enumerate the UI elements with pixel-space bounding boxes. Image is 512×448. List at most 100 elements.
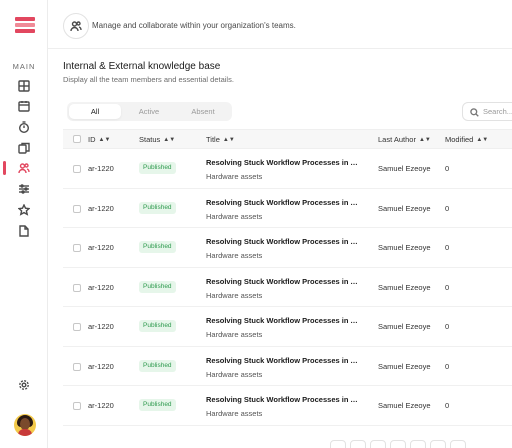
table-row[interactable]: ar-1220 Published Resolving Stuck Workflow… [63,189,512,228]
row-checkbox[interactable] [73,244,81,252]
row-id: ar-1220 [88,401,114,410]
column-id[interactable]: ID ▲▼ [88,135,110,144]
sort-icon: ▲▼ [98,137,111,143]
row-id: ar-1220 [88,361,114,371]
row-title[interactable]: Resolving Stuck Workflow Processes in Ag… [206,198,361,207]
timer-icon[interactable] [16,119,32,135]
document-icon[interactable] [16,223,32,239]
table-row[interactable]: ar-1220 Published Resolving Stuck Workflow… [63,268,512,307]
row-title[interactable]: Resolving Stuck Workflow Processes in Ag… [206,237,361,246]
sort-icon: ▲▼ [476,137,489,143]
search-input[interactable]: Search... [462,102,512,121]
row-subtitle: Hardware assets [206,172,263,181]
page-title: Internal & External knowledge base [63,61,221,72]
row-checkbox[interactable] [73,323,81,331]
sliders-icon[interactable] [16,181,32,197]
table-row[interactable]: ar-1220 Published Resolving Stuck Workflow… [63,307,512,347]
pagination-button[interactable] [430,440,446,448]
search-icon [470,108,479,117]
row-checkbox[interactable] [73,165,81,173]
status-badge: Published [139,201,176,214]
row-id: ar-1220 [88,282,114,292]
row-modified: 0 [445,322,450,331]
status-badge: Published [139,280,176,293]
table-row[interactable]: ar-1220 Published Resolving Stuck Workflow… [63,347,512,386]
row-id: ar-1220 [88,243,114,252]
avatar[interactable] [14,414,36,436]
table-row[interactable]: ar-1220 Published Resolving Stuck Workflow… [63,228,512,268]
row-author: Samuel Ezeoye [378,243,431,252]
status-badge: Published [139,320,176,332]
table-header: ID ▲▼ Status ▲▼ Title ▲▼ Last Author ▲▼ Modi… [63,129,512,149]
row-subtitle: Hardware assets [206,330,263,339]
sort-icon: ▲▼ [163,137,176,143]
row-modified: 0 [445,282,450,292]
sort-icon: ▲▼ [222,137,235,143]
pagination-button[interactable] [410,440,426,448]
row-subtitle: Hardware assets [206,290,263,300]
row-id: ar-1220 [88,164,114,173]
tab-absent[interactable]: Absent [177,104,229,119]
row-title[interactable]: Resolving Stuck Workflow Processes in Ag… [206,277,361,286]
row-title[interactable]: Resolving Stuck Workflow Processes in Ag… [206,356,361,365]
row-modified: 0 [445,203,450,213]
column-status[interactable]: Status ▲▼ [139,135,175,144]
gear-icon[interactable] [16,377,32,393]
star-icon[interactable] [16,202,32,218]
row-author: Samuel Ezeoye [378,164,431,173]
status-badge: Published [139,399,176,411]
row-id: ar-1220 [88,322,114,331]
sidebar: MAIN [0,0,48,448]
row-title[interactable]: Resolving Stuck Workflow Processes in Ag… [206,158,361,167]
row-checkbox[interactable] [73,283,81,292]
sort-icon: ▲▼ [418,137,431,143]
table-row[interactable]: ar-1220 Published Resolving Stuck Workflow… [63,386,512,426]
select-all-checkbox[interactable] [73,135,81,143]
row-modified: 0 [445,361,450,371]
sidebar-section-label: MAIN [12,62,36,71]
row-author: Samuel Ezeoye [378,203,431,213]
status-badge: Published [139,359,176,372]
active-indicator [3,161,6,175]
pagination-button[interactable] [450,440,466,448]
team-icon [63,13,89,39]
row-id: ar-1220 [88,203,114,213]
row-modified: 0 [445,164,450,173]
row-author: Samuel Ezeoye [378,282,431,292]
pagination-button[interactable] [350,440,366,448]
row-author: Samuel Ezeoye [378,322,431,331]
row-subtitle: Hardware assets [206,211,263,221]
header-description: Manage and collaborate within your organ… [92,21,296,30]
status-badge: Published [139,241,176,253]
row-modified: 0 [445,401,450,410]
row-checkbox[interactable] [73,204,81,213]
status-badge: Published [139,162,176,174]
column-last-author[interactable]: Last Author ▲▼ [378,135,431,144]
header-divider [48,48,512,49]
users-icon[interactable] [16,160,32,176]
grid-icon[interactable] [16,78,32,94]
row-author: Samuel Ezeoye [378,401,431,410]
row-checkbox[interactable] [73,362,81,371]
pagination-button[interactable] [390,440,406,448]
column-modified[interactable]: Modified ▲▼ [445,135,488,144]
tab-active[interactable]: Active [123,104,175,119]
layers-icon[interactable] [16,140,32,156]
row-subtitle: Hardware assets [206,409,263,418]
row-author: Samuel Ezeoye [378,361,431,371]
row-title[interactable]: Resolving Stuck Workflow Processes in Ag… [206,316,361,325]
calendar-icon[interactable] [16,98,32,114]
status-tabs: All Active Absent [67,102,232,121]
app-logo[interactable] [15,17,35,35]
column-title[interactable]: Title ▲▼ [206,135,235,144]
row-subtitle: Hardware assets [206,251,263,260]
table-row[interactable]: ar-1220 Published Resolving Stuck Workflow… [63,149,512,189]
row-modified: 0 [445,243,450,252]
page-subtitle: Display all the team members and essenti… [63,75,234,84]
pagination-button[interactable] [370,440,386,448]
tab-all[interactable]: All [69,104,121,119]
pagination-button[interactable] [330,440,346,448]
row-checkbox[interactable] [73,402,81,410]
search-placeholder: Search... [483,107,512,116]
row-title[interactable]: Resolving Stuck Workflow Processes in Ag… [206,395,361,404]
